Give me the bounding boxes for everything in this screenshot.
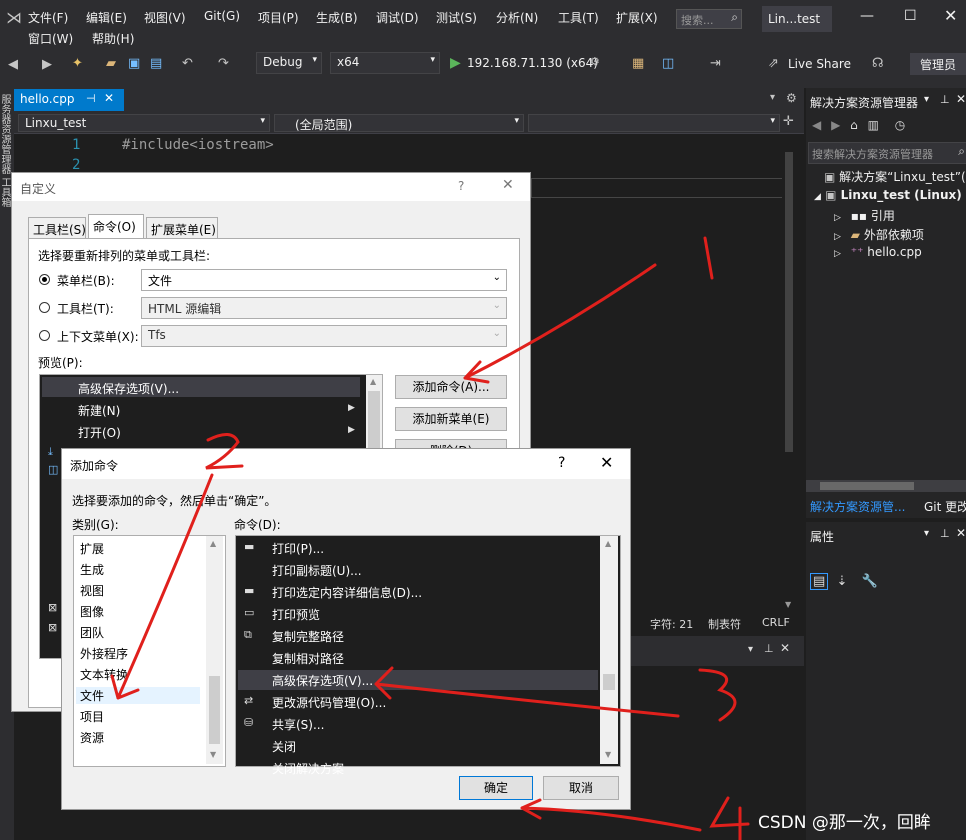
digit-2-stroke [205,433,244,470]
digit-1-stroke [703,236,714,280]
annotation-layer [110,236,750,840]
arrow-4 [520,798,702,832]
arrow-3 [374,666,680,718]
watermark: CSDN @那一次，回眸 [758,813,931,833]
arrow-2 [110,473,214,700]
digit-3-stroke [698,668,737,722]
digit-4-stroke [709,796,750,840]
arrow-1 [463,263,657,384]
annotation-strokes [110,236,750,840]
